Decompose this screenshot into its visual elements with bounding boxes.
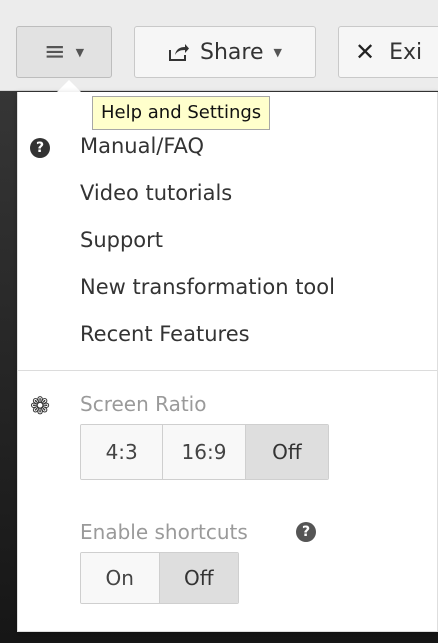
close-icon: ✕ xyxy=(355,38,376,66)
enable-shortcuts-label: Enable shortcuts xyxy=(80,520,248,544)
shortcuts-option-on[interactable]: On xyxy=(81,553,160,603)
menu-item-video-tutorials[interactable]: Video tutorials xyxy=(80,181,232,205)
share-button[interactable]: Share ▼ xyxy=(134,26,316,78)
share-button-label: Share xyxy=(200,39,264,65)
top-toolbar: ≡ ▼ Share ▼ ✕ Exi xyxy=(0,0,438,91)
ratio-option-4-3[interactable]: 4:3 xyxy=(81,425,164,479)
menu-divider xyxy=(18,370,437,371)
question-circle-icon: ? xyxy=(30,138,50,158)
ratio-option-16-9[interactable]: 16:9 xyxy=(163,425,246,479)
hamburger-icon: ≡ xyxy=(43,37,66,67)
menu-item-support[interactable]: Support xyxy=(80,228,163,252)
screen-ratio-toggle: 4:3 16:9 Off xyxy=(80,424,329,480)
menu-item-recent-features[interactable]: Recent Features xyxy=(80,322,250,346)
screen-ratio-label: Screen Ratio xyxy=(80,392,207,416)
app-canvas: ≡ ▼ Share ▼ ✕ Exi Help and Settings ? Ma… xyxy=(0,0,438,643)
exit-button[interactable]: ✕ Exi xyxy=(338,26,438,78)
menu-item-new-transformation-tool[interactable]: New transformation tool xyxy=(80,275,335,299)
exit-button-label: Exi xyxy=(389,39,423,65)
gear-icon: ❁ xyxy=(30,392,51,420)
shortcuts-option-off[interactable]: Off xyxy=(159,553,238,603)
menu-item-manual-faq[interactable]: Manual/FAQ xyxy=(80,134,204,158)
shortcuts-toggle: On Off xyxy=(80,552,239,604)
caret-down-icon: ▼ xyxy=(75,45,85,59)
share-icon xyxy=(168,42,190,62)
tooltip: Help and Settings xyxy=(92,96,271,130)
help-settings-menu-button[interactable]: ≡ ▼ xyxy=(16,26,112,78)
caret-down-icon: ▼ xyxy=(273,45,282,59)
help-settings-dropdown xyxy=(17,92,438,632)
ratio-option-off[interactable]: Off xyxy=(245,425,328,479)
question-circle-icon[interactable]: ? xyxy=(296,522,316,542)
